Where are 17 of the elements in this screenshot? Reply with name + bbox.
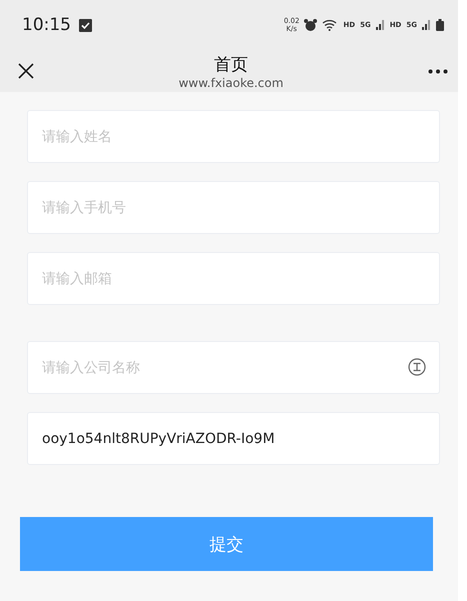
wifi-icon: [322, 19, 338, 31]
text-cursor-icon[interactable]: [408, 358, 426, 376]
input-field[interactable]: 请输入公司名称: [27, 341, 440, 394]
page-title: 首页: [214, 54, 248, 76]
battery-icon: [436, 19, 444, 31]
status-time: 10:15: [22, 15, 71, 35]
page-url: www.fxiaoke.com: [178, 76, 284, 90]
more-icon[interactable]: [428, 68, 448, 74]
checkbox-icon: [79, 18, 92, 32]
input-field[interactable]: ooy1o54nlt8RUPyVriAZODR-Io9M: [27, 412, 440, 465]
signal-icon: [422, 20, 431, 30]
close-icon[interactable]: [18, 63, 34, 79]
signal-icon: [376, 20, 385, 30]
alarm-icon: [304, 18, 318, 32]
input-field[interactable]: 请输入邮箱: [27, 252, 440, 305]
input-field[interactable]: 请输入姓名: [27, 110, 440, 163]
input-field[interactable]: 请输入手机号: [27, 181, 440, 234]
